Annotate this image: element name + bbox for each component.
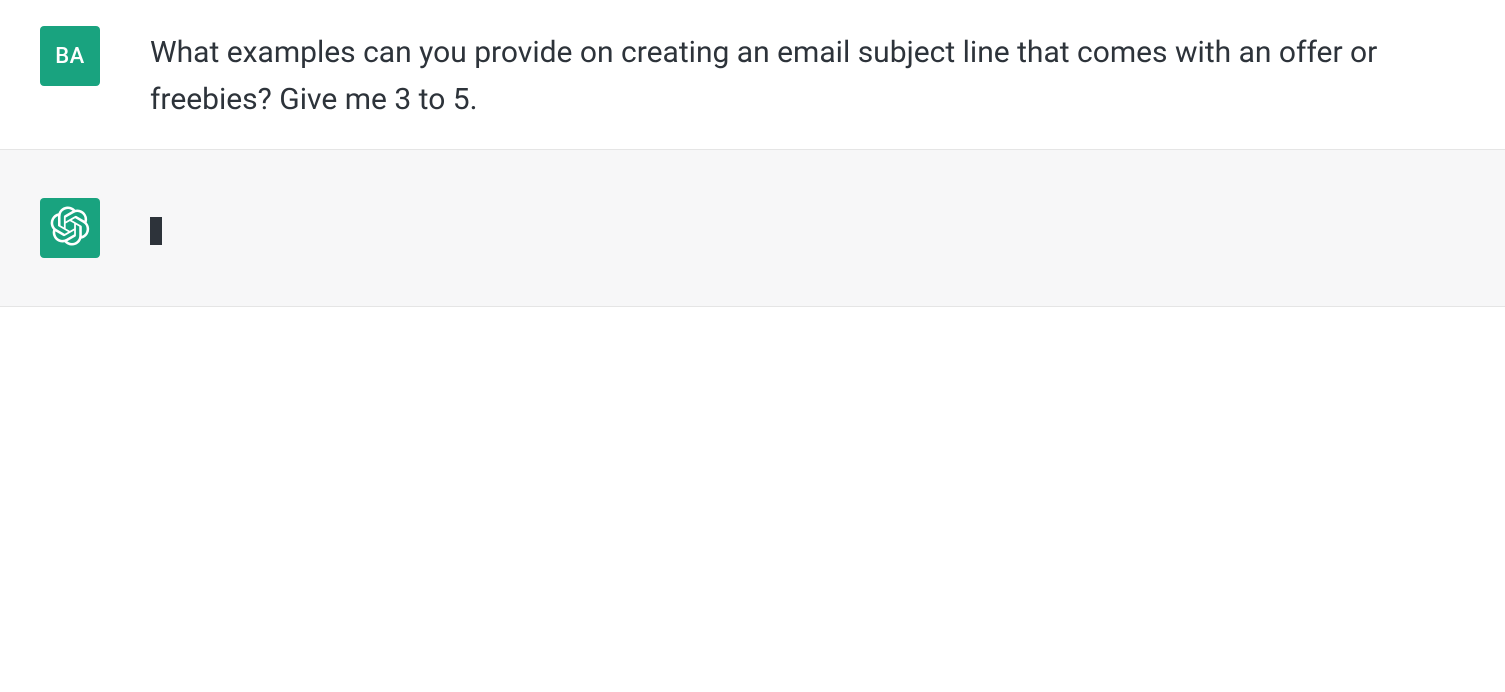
user-avatar-initials: BA (55, 44, 84, 69)
user-message-text: What examples can you provide on creatin… (150, 26, 1465, 123)
user-avatar: BA (40, 26, 100, 86)
assistant-avatar (40, 198, 100, 258)
typing-cursor-icon (150, 217, 162, 245)
assistant-message-row (0, 149, 1505, 307)
openai-logo-icon (50, 206, 90, 250)
user-message-row: BA What examples can you provide on crea… (0, 0, 1505, 149)
assistant-message-text (150, 198, 1465, 249)
